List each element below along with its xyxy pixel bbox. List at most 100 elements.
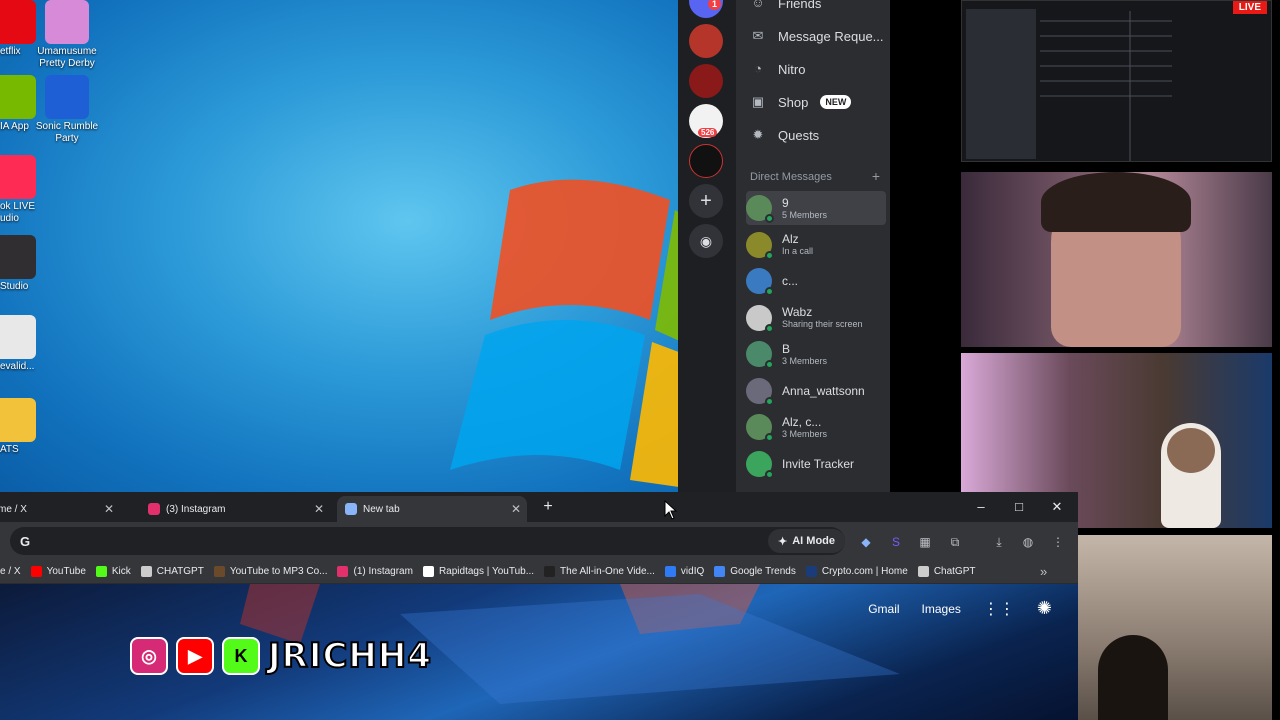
new-tab-button[interactable]: + xyxy=(538,496,558,518)
tab-title: (3) Instagram xyxy=(166,503,226,515)
bookmark-label: e / X xyxy=(0,566,21,577)
tab-close-icon[interactable]: ✕ xyxy=(511,502,521,516)
nav-item-shop[interactable]: ▣ Shop NEW xyxy=(750,91,852,113)
desktop-icon[interactable]: Studio xyxy=(0,235,50,293)
kick-icon: K xyxy=(222,637,260,675)
sparkle-icon: ✦ xyxy=(778,535,788,548)
tab-close-icon[interactable]: ✕ xyxy=(104,502,114,516)
download-icon[interactable]: ⤓ xyxy=(989,534,1009,550)
nav-item-message[interactable]: ✉ Message Reque... xyxy=(750,25,884,47)
bookmark-label: The All-in-One Vide... xyxy=(560,566,655,577)
menu-icon[interactable]: ⋮ xyxy=(1048,534,1068,550)
nav-item-friends[interactable]: ☺ Friends xyxy=(750,0,821,14)
gmail-link[interactable]: Gmail xyxy=(868,602,899,616)
server-list: 1 526 + ◉ xyxy=(678,0,736,492)
add-server-icon[interactable]: + xyxy=(689,184,723,218)
ai-mode-button[interactable]: ✦ AI Mode xyxy=(768,529,845,553)
avatar xyxy=(746,414,774,442)
daw-screen-capture: LIVE xyxy=(961,0,1272,162)
person-silhouette xyxy=(1098,635,1168,720)
extensions-puzzle-icon[interactable]: ⧉ xyxy=(945,534,965,550)
bookmark-item[interactable]: vidIQ xyxy=(664,566,704,577)
bookmark-item[interactable]: ChatGPT xyxy=(917,566,976,577)
bookmark-label: Rapidtags | YouTub... xyxy=(438,566,535,577)
discover-icon[interactable]: ◉ xyxy=(689,224,723,258)
chrome-window: me / X ✕ (3) Instagram ✕ New tab ✕ + – □ ✕ G … xyxy=(0,492,1078,720)
mouse-cursor xyxy=(664,500,678,520)
nav-item-label: Quests xyxy=(778,127,820,143)
tab-close-icon[interactable]: ✕ xyxy=(314,502,324,516)
desktop-icon[interactable]: evalid... xyxy=(0,315,50,373)
avatar xyxy=(746,341,774,369)
address-bar[interactable]: G ✦ AI Mode xyxy=(10,527,845,555)
instagram-icon: ◎ xyxy=(130,637,168,675)
extension-icon[interactable]: ◆ xyxy=(856,534,876,550)
bookmark-favicon-icon xyxy=(805,566,817,577)
minimize-icon[interactable]: – xyxy=(966,496,996,518)
address-input[interactable] xyxy=(40,534,845,548)
bookmark-item[interactable]: Rapidtags | YouTub... xyxy=(422,566,535,577)
dm-text: Alz In a call xyxy=(782,232,813,257)
new-tab-page: Gmail Images ⋮⋮ ✺ ◎ ▶ K JRICHH4 xyxy=(0,584,1078,720)
desktop-icon[interactable]: ATS xyxy=(0,398,50,456)
dm-item[interactable]: Wabz Sharing their screen xyxy=(746,301,886,335)
desktop-icon[interactable]: Umamusume Pretty Derby xyxy=(27,0,107,70)
desktop-icon-label: evalid... xyxy=(0,361,35,372)
desktop-icon-label: Umamusume Pretty Derby xyxy=(37,46,97,69)
dm-item[interactable]: 95 Members xyxy=(746,191,886,225)
tab-title: me / X xyxy=(0,503,27,515)
avatar xyxy=(746,268,774,296)
desktop-icon-label: ATS xyxy=(0,444,19,455)
bookmark-item[interactable]: The All-in-One Vide... xyxy=(544,566,655,577)
close-icon[interactable]: ✕ xyxy=(1042,496,1072,518)
dm-item[interactable]: B3 Members xyxy=(746,337,886,371)
webcam-feed xyxy=(961,172,1272,347)
browser-tab[interactable]: (3) Instagram ✕ xyxy=(140,496,330,522)
streamer-handle: JRICHH4 xyxy=(267,635,433,677)
add-dm-icon[interactable]: + xyxy=(872,169,880,183)
extension-icon[interactable]: ▦ xyxy=(915,534,935,550)
bookmark-item[interactable]: Kick xyxy=(95,566,131,577)
bookmark-item[interactable]: YouTube to MP3 Co... xyxy=(213,566,327,577)
tab-title: New tab xyxy=(363,503,400,515)
server-icon[interactable] xyxy=(689,24,723,58)
dm-item[interactable]: Invite Tracker xyxy=(746,447,886,481)
maximize-icon[interactable]: □ xyxy=(1004,496,1034,518)
bookmark-item[interactable]: CHATGPT xyxy=(140,566,204,577)
bookmark-item[interactable]: (1) Instagram xyxy=(337,566,413,577)
bookmark-item[interactable]: e / X xyxy=(0,566,21,577)
dm-name: c... xyxy=(782,274,799,288)
more-bookmarks-icon[interactable]: » xyxy=(1040,564,1047,579)
apps-grid-icon[interactable]: ⋮⋮ xyxy=(983,599,1015,619)
app-icon xyxy=(0,155,36,199)
bookmark-item[interactable]: Crypto.com | Home xyxy=(805,566,908,577)
mail-icon: ✉ xyxy=(752,28,764,43)
profile-icon[interactable]: ◍ xyxy=(1018,534,1038,550)
new-badge: NEW xyxy=(820,95,852,109)
face-silhouette xyxy=(1167,428,1215,473)
extension-icon[interactable]: S xyxy=(886,534,906,550)
account-avatar-icon[interactable]: ✺ xyxy=(1037,598,1052,619)
server-icon[interactable] xyxy=(689,144,723,178)
bookmark-favicon-icon xyxy=(95,566,107,577)
status-dot xyxy=(765,433,774,442)
browser-tab[interactable]: New tab ✕ xyxy=(337,496,527,522)
dm-item[interactable]: Alz In a call xyxy=(746,228,886,262)
desktop-icon[interactable]: Sonic Rumble Party xyxy=(27,75,107,145)
images-link[interactable]: Images xyxy=(922,602,961,616)
desktop-icon[interactable]: ok LIVE udio xyxy=(0,155,50,225)
desktop-icon-label: ok LIVE udio xyxy=(0,201,36,224)
nav-item-nitro[interactable]: ◔ Nitro xyxy=(750,58,805,80)
dm-subtext: 3 Members xyxy=(782,428,828,439)
app-icon xyxy=(0,315,36,359)
bookmark-item[interactable]: Google Trends xyxy=(714,566,796,577)
server-icon[interactable] xyxy=(689,64,723,98)
dm-item[interactable]: Alz, c... 3 Members xyxy=(746,410,886,444)
dm-item[interactable]: c... xyxy=(746,264,886,298)
status-dot xyxy=(765,323,774,333)
dm-item[interactable]: Anna_wattsonn xyxy=(746,374,886,408)
bookmark-favicon-icon xyxy=(714,566,726,577)
nav-item-quests[interactable]: ✹ Quests xyxy=(750,124,820,146)
browser-tab[interactable]: me / X ✕ xyxy=(0,496,120,522)
bookmark-item[interactable]: YouTube xyxy=(30,566,86,577)
